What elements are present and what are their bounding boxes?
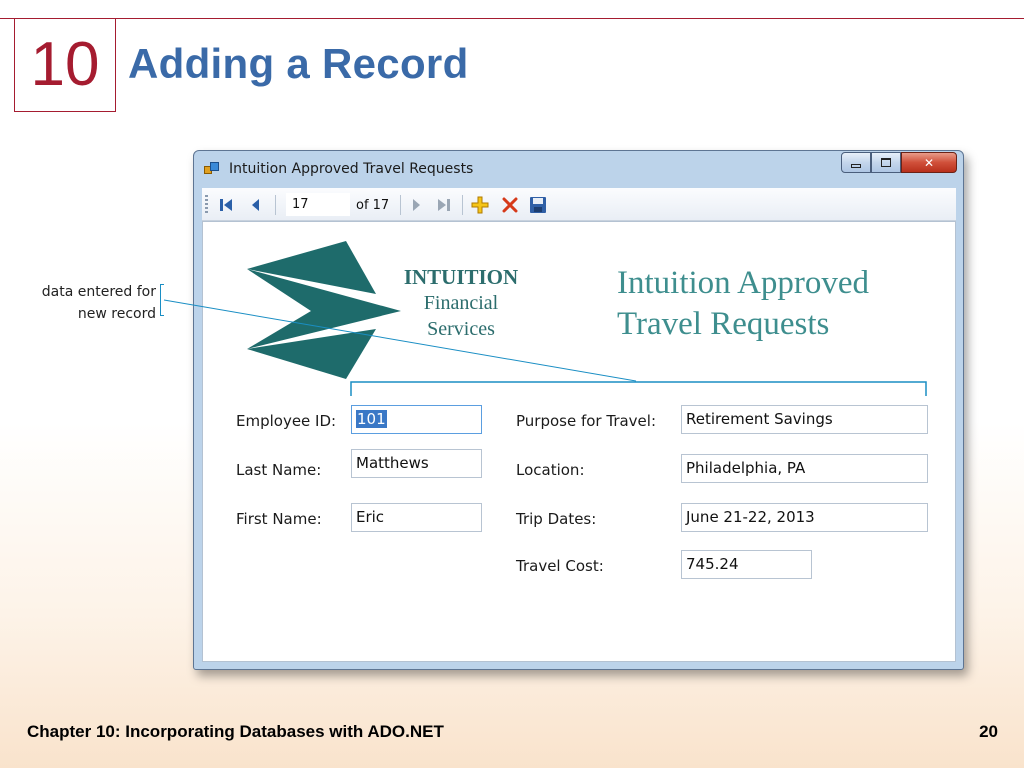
slide-page-number: 20 [979, 722, 998, 741]
callout-connector [163, 299, 927, 396]
slide-footer: Chapter 10: Incorporating Databases with… [27, 722, 444, 741]
